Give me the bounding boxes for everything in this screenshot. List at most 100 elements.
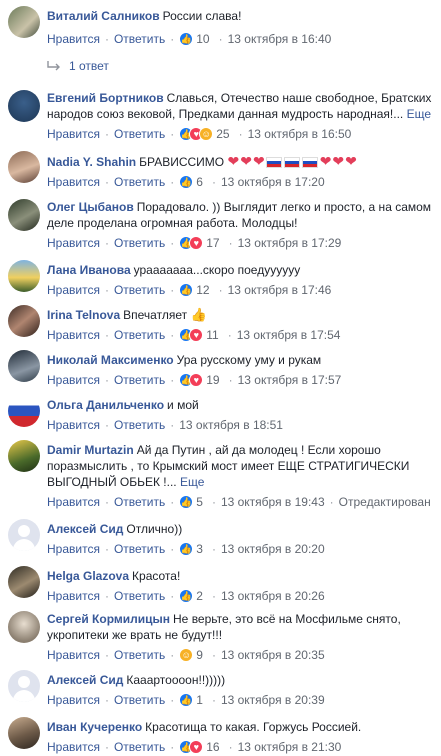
comment-author[interactable]: Алексей Сид — [47, 673, 123, 687]
timestamp[interactable]: 13 октября в 16:50 — [248, 127, 352, 141]
reply-button[interactable]: Ответить — [114, 693, 165, 707]
reply-button[interactable]: Ответить — [114, 648, 165, 662]
reply-button[interactable]: Ответить — [114, 418, 165, 432]
reactions[interactable]: 👍 ♥ 19 — [179, 373, 220, 387]
timestamp[interactable]: 13 октября в 20:26 — [221, 589, 325, 603]
like-reaction-icon: 👍 — [179, 495, 194, 509]
edited-label[interactable]: Отредактирован — [339, 495, 431, 509]
reactions[interactable]: 👍 ♥ 16 — [179, 740, 220, 754]
avatar[interactable] — [8, 6, 40, 38]
timestamp[interactable]: 13 октября в 21:30 — [238, 740, 342, 754]
timestamp[interactable]: 13 октября в 19:43 — [221, 495, 325, 509]
comment-text: БРАВИССИМО — [139, 155, 225, 169]
like-button[interactable]: Нравится — [47, 495, 100, 509]
like-button[interactable]: Нравится — [47, 589, 100, 603]
comment-author[interactable]: Лана Иванова — [47, 263, 131, 277]
avatar[interactable] — [8, 566, 40, 598]
reactions[interactable]: 👍 ♥ ☺ 25 — [179, 127, 230, 141]
reactions[interactable]: 👍 10 — [179, 32, 210, 46]
reaction-count: 1 — [196, 693, 203, 707]
comment-author[interactable]: Алексей Сид — [47, 522, 123, 536]
reply-button[interactable]: Ответить — [114, 283, 165, 297]
like-button[interactable]: Нравится — [47, 542, 100, 556]
comment-author[interactable]: Damir Murtazin — [47, 443, 134, 457]
like-button[interactable]: Нравится — [47, 32, 100, 46]
reply-button[interactable]: Ответить — [114, 32, 165, 46]
reply-button[interactable]: Ответить — [114, 373, 165, 387]
view-replies-link[interactable]: 1 ответ — [47, 56, 441, 76]
avatar[interactable] — [8, 199, 40, 231]
see-more-link[interactable]: Еще — [407, 107, 431, 121]
reply-button[interactable]: Ответить — [114, 236, 165, 250]
comment-author[interactable]: Олег Цыбанов — [47, 200, 134, 214]
reactions[interactable]: 👍 6 — [179, 175, 203, 189]
comment-text: Ура русскому уму и рукам — [176, 353, 322, 367]
timestamp[interactable]: 13 октября в 20:35 — [221, 648, 325, 662]
timestamp[interactable]: 13 октября в 17:29 — [238, 236, 342, 250]
reactions[interactable]: 👍 12 — [179, 283, 210, 297]
timestamp[interactable]: 13 октября в 20:39 — [221, 693, 325, 707]
like-button[interactable]: Нравится — [47, 127, 100, 141]
comment-author[interactable]: Николай Максименко — [47, 353, 174, 367]
like-button[interactable]: Нравится — [47, 373, 100, 387]
comment-author[interactable]: Евгений Бортников — [47, 91, 164, 105]
reply-button[interactable]: Ответить — [114, 175, 165, 189]
reaction-count: 3 — [196, 542, 203, 556]
reply-button[interactable]: Ответить — [114, 542, 165, 556]
reactions[interactable]: 👍 5 — [179, 495, 203, 509]
avatar[interactable] — [8, 611, 40, 643]
emoji-group: ❤❤❤ ❤❤❤ — [227, 153, 357, 169]
comment-author[interactable]: Irina Telnova — [47, 308, 120, 322]
avatar-placeholder[interactable] — [8, 670, 40, 702]
like-button[interactable]: Нравится — [47, 693, 100, 707]
timestamp[interactable]: 13 октября в 18:51 — [179, 418, 283, 432]
reply-arrow-icon — [47, 61, 60, 71]
avatar[interactable] — [8, 395, 40, 427]
timestamp[interactable]: 13 октября в 20:20 — [221, 542, 325, 556]
timestamp[interactable]: 13 октября в 17:46 — [228, 283, 332, 297]
comment-text: и мой — [167, 398, 199, 412]
like-button[interactable]: Нравится — [47, 328, 100, 342]
reply-button[interactable]: Ответить — [114, 127, 165, 141]
reaction-count: 2 — [196, 589, 203, 603]
timestamp[interactable]: 13 октября в 17:57 — [238, 373, 342, 387]
avatar[interactable] — [8, 90, 40, 122]
heart-icon: ❤ — [240, 153, 252, 169]
reply-button[interactable]: Ответить — [114, 589, 165, 603]
comment-author[interactable]: Helga Glazova — [47, 569, 129, 583]
like-button[interactable]: Нравится — [47, 648, 100, 662]
comment-author[interactable]: Ольга Данильченко — [47, 398, 164, 412]
reply-button[interactable]: Ответить — [114, 740, 165, 754]
timestamp[interactable]: 13 октября в 17:20 — [221, 175, 325, 189]
like-button[interactable]: Нравится — [47, 740, 100, 754]
reply-button[interactable]: Ответить — [114, 328, 165, 342]
avatar-placeholder[interactable] — [8, 519, 40, 551]
like-button[interactable]: Нравится — [47, 283, 100, 297]
reply-button[interactable]: Ответить — [114, 495, 165, 509]
see-more-link[interactable]: Еще — [180, 475, 204, 489]
reactions[interactable]: ☺ 9 — [179, 648, 203, 662]
comment-author[interactable]: Сергей Кормилицын — [47, 612, 170, 626]
avatar[interactable] — [8, 305, 40, 337]
replies-count[interactable]: 1 ответ — [69, 59, 109, 73]
timestamp[interactable]: 13 октября в 17:54 — [237, 328, 341, 342]
avatar[interactable] — [8, 717, 40, 749]
like-button[interactable]: Нравится — [47, 418, 100, 432]
reactions[interactable]: 👍 3 — [179, 542, 203, 556]
comment-author[interactable]: Виталий Салников — [47, 9, 160, 23]
love-reaction-icon: ♥ — [189, 328, 204, 342]
avatar[interactable] — [8, 440, 40, 472]
reactions[interactable]: 👍 2 — [179, 589, 203, 603]
comment-author[interactable]: Nadia Y. Shahin — [47, 155, 136, 169]
avatar[interactable] — [8, 260, 40, 292]
timestamp[interactable]: 13 октября в 16:40 — [228, 32, 332, 46]
reactions[interactable]: 👍 1 — [179, 693, 203, 707]
comment-author[interactable]: Иван Кучеренко — [47, 720, 142, 734]
like-button[interactable]: Нравится — [47, 236, 100, 250]
avatar[interactable] — [8, 151, 40, 183]
avatar[interactable] — [8, 350, 40, 382]
reaction-count: 25 — [216, 127, 230, 141]
like-button[interactable]: Нравится — [47, 175, 100, 189]
reactions[interactable]: 👍 ♥ 17 — [179, 236, 220, 250]
reactions[interactable]: 👍 ♥ 11 — [179, 328, 219, 342]
